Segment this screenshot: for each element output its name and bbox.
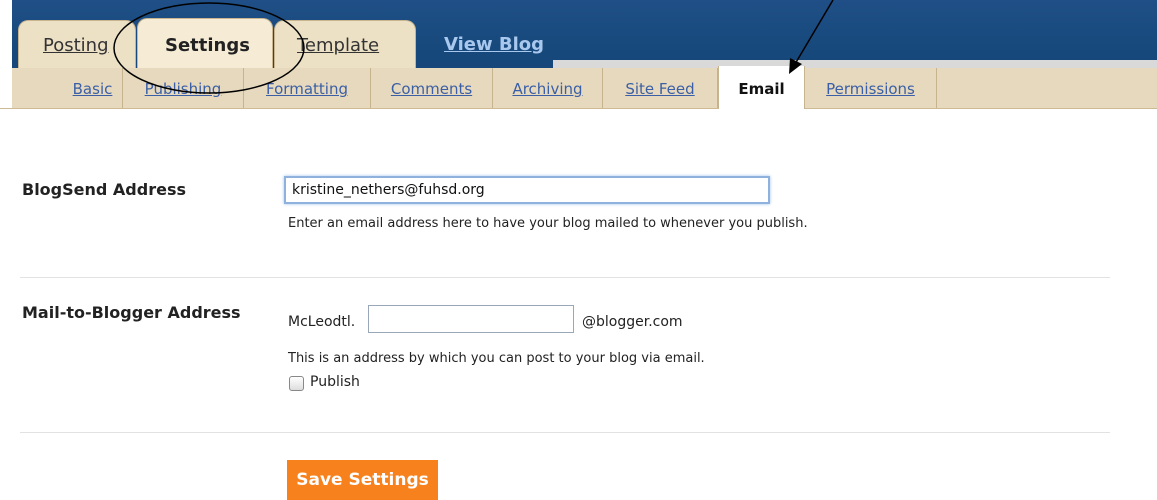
subtab-permissions[interactable]: Permissions xyxy=(805,68,937,108)
subtab-publishing[interactable]: Publishing xyxy=(123,68,244,108)
subtab-site-feed-label[interactable]: Site Feed xyxy=(603,80,717,98)
subtab-basic-label[interactable]: Basic xyxy=(63,80,122,98)
mail-to-blogger-hint: This is an address by which you can post… xyxy=(288,351,705,366)
blogsend-label: BlogSend Address xyxy=(22,180,186,199)
subtab-archiving-label[interactable]: Archiving xyxy=(493,80,602,98)
subtab-formatting[interactable]: Formatting xyxy=(244,68,371,108)
blogsend-hint: Enter an email address here to have your… xyxy=(288,216,808,231)
blogsend-address-input[interactable] xyxy=(284,176,770,204)
tab-settings[interactable]: Settings xyxy=(137,18,273,68)
save-settings-button[interactable]: Save Settings xyxy=(287,460,438,500)
mail-to-blogger-label: Mail-to-Blogger Address xyxy=(22,303,241,322)
tab-template[interactable]: Template xyxy=(274,20,416,68)
subtab-comments[interactable]: Comments xyxy=(371,68,493,108)
publish-checkbox-label[interactable]: Publish xyxy=(310,374,360,390)
tab-posting-label: Posting xyxy=(43,35,109,56)
tab-settings-label: Settings xyxy=(165,35,250,56)
subtab-comments-label[interactable]: Comments xyxy=(371,80,492,98)
subtab-formatting-label[interactable]: Formatting xyxy=(244,80,370,98)
subtab-site-feed[interactable]: Site Feed xyxy=(603,68,718,108)
subtab-email-label[interactable]: Email xyxy=(719,80,804,98)
left-margin xyxy=(0,68,12,108)
mail-to-blogger-input[interactable] xyxy=(368,305,574,333)
subtab-basic[interactable]: Basic xyxy=(63,68,123,108)
section-divider xyxy=(20,277,1110,278)
publish-checkbox[interactable] xyxy=(289,376,304,391)
left-margin xyxy=(0,0,12,68)
mail-to-blogger-prefix: McLeodtl. xyxy=(288,314,356,330)
subtab-email[interactable]: Email xyxy=(718,66,805,109)
header-divider xyxy=(553,60,1157,68)
subtab-archiving[interactable]: Archiving xyxy=(493,68,603,108)
section-divider xyxy=(20,432,1110,433)
subtab-permissions-label[interactable]: Permissions xyxy=(805,80,936,98)
tab-template-label: Template xyxy=(297,35,380,56)
sub-nav-bar: Basic Publishing Formatting Comments Arc… xyxy=(0,66,1157,109)
tab-posting[interactable]: Posting xyxy=(18,20,136,68)
subtab-publishing-label[interactable]: Publishing xyxy=(123,80,243,98)
mail-to-blogger-suffix: @blogger.com xyxy=(582,314,683,330)
view-blog-link[interactable]: View Blog xyxy=(444,34,544,55)
